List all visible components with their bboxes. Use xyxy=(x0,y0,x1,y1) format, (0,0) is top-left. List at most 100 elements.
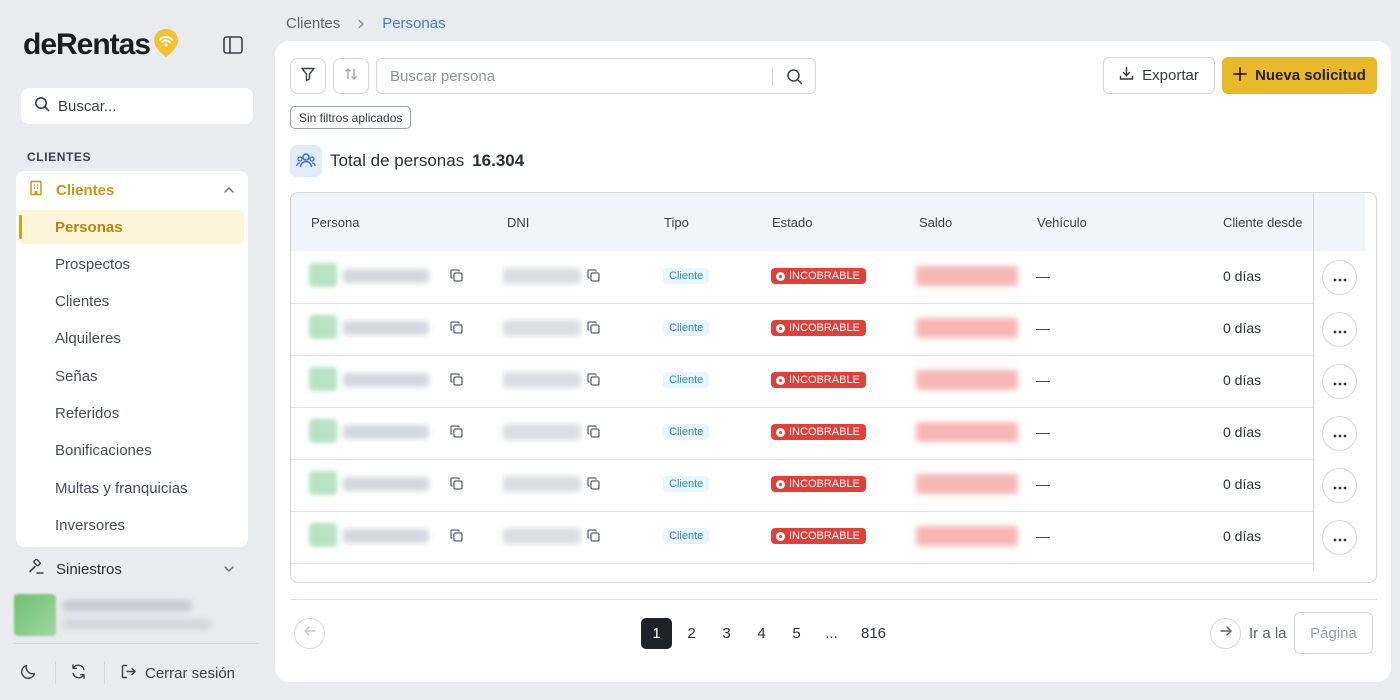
sidebar-item-referidos[interactable]: Referidos xyxy=(19,396,244,430)
table-row[interactable]: Cliente INCOBRABLE — 0 días xyxy=(291,408,1313,460)
copy-icon[interactable] xyxy=(450,269,463,282)
table-row[interactable]: Cliente INCOBRABLE — 0 días xyxy=(291,304,1313,356)
filter-button[interactable] xyxy=(290,58,326,94)
prev-page-button[interactable] xyxy=(294,618,325,649)
column-header-vehiculo[interactable]: Vehículo xyxy=(1037,215,1087,230)
dni-redacted xyxy=(503,424,581,440)
sidebar-item-multas[interactable]: Multas y franquicias xyxy=(19,471,244,505)
status-dot-icon xyxy=(776,479,785,489)
more-horizontal-icon xyxy=(1333,269,1347,287)
sidebar-item-clientes[interactable]: Clientes xyxy=(19,284,244,318)
next-page-button[interactable] xyxy=(1210,618,1241,649)
column-header-saldo[interactable]: Saldo xyxy=(919,215,952,230)
sidebar-item-prospectos[interactable]: Prospectos xyxy=(19,247,244,281)
logo-text: deRentas xyxy=(23,28,151,61)
filters-status-chip[interactable]: Sin filtros aplicados xyxy=(290,106,412,129)
sidebar-item-alquileres[interactable]: Alquileres xyxy=(19,321,244,355)
column-header-estado[interactable]: Estado xyxy=(772,215,812,230)
row-actions-button[interactable] xyxy=(1322,520,1357,555)
copy-icon[interactable] xyxy=(450,477,463,490)
app-logo[interactable]: deRentas xyxy=(23,28,179,62)
avatar xyxy=(309,471,337,495)
nav-group-header-clientes[interactable]: Clientes xyxy=(16,171,248,209)
column-header-tipo[interactable]: Tipo xyxy=(664,215,689,230)
gavel-icon xyxy=(28,558,44,579)
goto-page-input[interactable]: Página xyxy=(1294,612,1373,654)
column-header-dni[interactable]: DNI xyxy=(507,215,529,230)
main-content: Buscar persona Exportar Nueva solicitud … xyxy=(275,41,1391,682)
refresh-icon xyxy=(70,663,87,684)
sidebar-toggle-icon[interactable] xyxy=(222,34,244,56)
copy-icon[interactable] xyxy=(587,373,600,386)
refresh-button[interactable] xyxy=(70,663,87,684)
status-badge: INCOBRABLE xyxy=(771,372,866,388)
avatar xyxy=(309,315,337,339)
column-header-cliente-desde[interactable]: Cliente desde xyxy=(1223,215,1303,230)
page-button-5[interactable]: 5 xyxy=(781,618,812,649)
search-icon[interactable] xyxy=(786,68,803,89)
client-since-cell: 0 días xyxy=(1223,528,1262,544)
sidebar-search[interactable]: Buscar... xyxy=(21,88,253,124)
copy-icon[interactable] xyxy=(450,529,463,542)
breadcrumb-root-link[interactable]: Clientes xyxy=(286,15,340,32)
more-horizontal-icon xyxy=(1333,373,1347,391)
status-badge: INCOBRABLE xyxy=(771,424,866,440)
arrow-right-icon xyxy=(1219,624,1233,643)
sidebar-item-label: Bonificaciones xyxy=(55,441,152,459)
status-badge: INCOBRABLE xyxy=(771,528,866,544)
row-actions-button[interactable] xyxy=(1322,260,1357,295)
more-horizontal-icon xyxy=(1333,529,1347,547)
table-row[interactable]: Cliente INCOBRABLE — 0 días xyxy=(291,356,1313,408)
copy-icon[interactable] xyxy=(450,321,463,334)
client-since-cell: 0 días xyxy=(1223,424,1262,440)
copy-icon[interactable] xyxy=(450,373,463,386)
search-divider xyxy=(772,68,773,86)
row-actions-button[interactable] xyxy=(1322,364,1357,399)
sidebar-item-senas[interactable]: Señas xyxy=(19,359,244,393)
page-button-last[interactable]: 816 xyxy=(851,618,896,649)
copy-icon[interactable] xyxy=(587,529,600,542)
copy-icon[interactable] xyxy=(450,425,463,438)
sort-button[interactable] xyxy=(333,58,369,94)
sidebar-item-inversores[interactable]: Inversores xyxy=(19,508,244,542)
sidebar-item-label: Señas xyxy=(55,367,98,385)
user-email-redacted xyxy=(62,619,212,629)
status-badge-label: INCOBRABLE xyxy=(789,426,860,438)
export-button[interactable]: Exportar xyxy=(1103,57,1215,94)
table-row[interactable]: Cliente INCOBRABLE — 0 días xyxy=(291,512,1313,564)
row-actions-button[interactable] xyxy=(1322,468,1357,503)
saldo-redacted xyxy=(916,266,1018,286)
column-header-persona[interactable]: Persona xyxy=(311,215,359,230)
filter-icon xyxy=(300,66,316,87)
person-name-redacted xyxy=(343,373,429,387)
page-button-3[interactable]: 3 xyxy=(711,618,742,649)
user-profile[interactable] xyxy=(14,594,254,638)
row-actions-button[interactable] xyxy=(1322,416,1357,451)
status-dot-icon xyxy=(776,271,785,281)
copy-icon[interactable] xyxy=(587,477,600,490)
download-icon xyxy=(1119,66,1134,85)
tipo-badge: Cliente xyxy=(663,528,710,544)
copy-icon[interactable] xyxy=(587,425,600,438)
chevron-up-icon xyxy=(222,183,236,201)
sidebar-item-bonificaciones[interactable]: Bonificaciones xyxy=(19,433,244,467)
client-since-cell: 0 días xyxy=(1223,372,1262,388)
sidebar-item-personas[interactable]: Personas xyxy=(19,210,244,244)
person-search-input[interactable]: Buscar persona xyxy=(376,58,816,94)
page-button-1[interactable]: 1 xyxy=(641,618,672,649)
status-dot-icon xyxy=(776,375,785,385)
logout-button[interactable]: Cerrar sesión xyxy=(120,664,235,682)
page-button-2[interactable]: 2 xyxy=(676,618,707,649)
dni-redacted xyxy=(503,528,581,544)
table-row[interactable]: Cliente INCOBRABLE — 0 días xyxy=(291,252,1313,304)
copy-icon[interactable] xyxy=(587,321,600,334)
copy-icon[interactable] xyxy=(587,269,600,282)
person-name-redacted xyxy=(343,321,429,335)
table-row[interactable]: Cliente INCOBRABLE — 0 días xyxy=(291,460,1313,512)
page-button-4[interactable]: 4 xyxy=(746,618,777,649)
theme-toggle-button[interactable] xyxy=(20,664,37,682)
new-request-button[interactable]: Nueva solicitud xyxy=(1222,57,1377,94)
plus-icon xyxy=(1233,66,1247,85)
nav-group-siniestros[interactable]: Siniestros xyxy=(16,555,248,583)
row-actions-button[interactable] xyxy=(1322,312,1357,347)
